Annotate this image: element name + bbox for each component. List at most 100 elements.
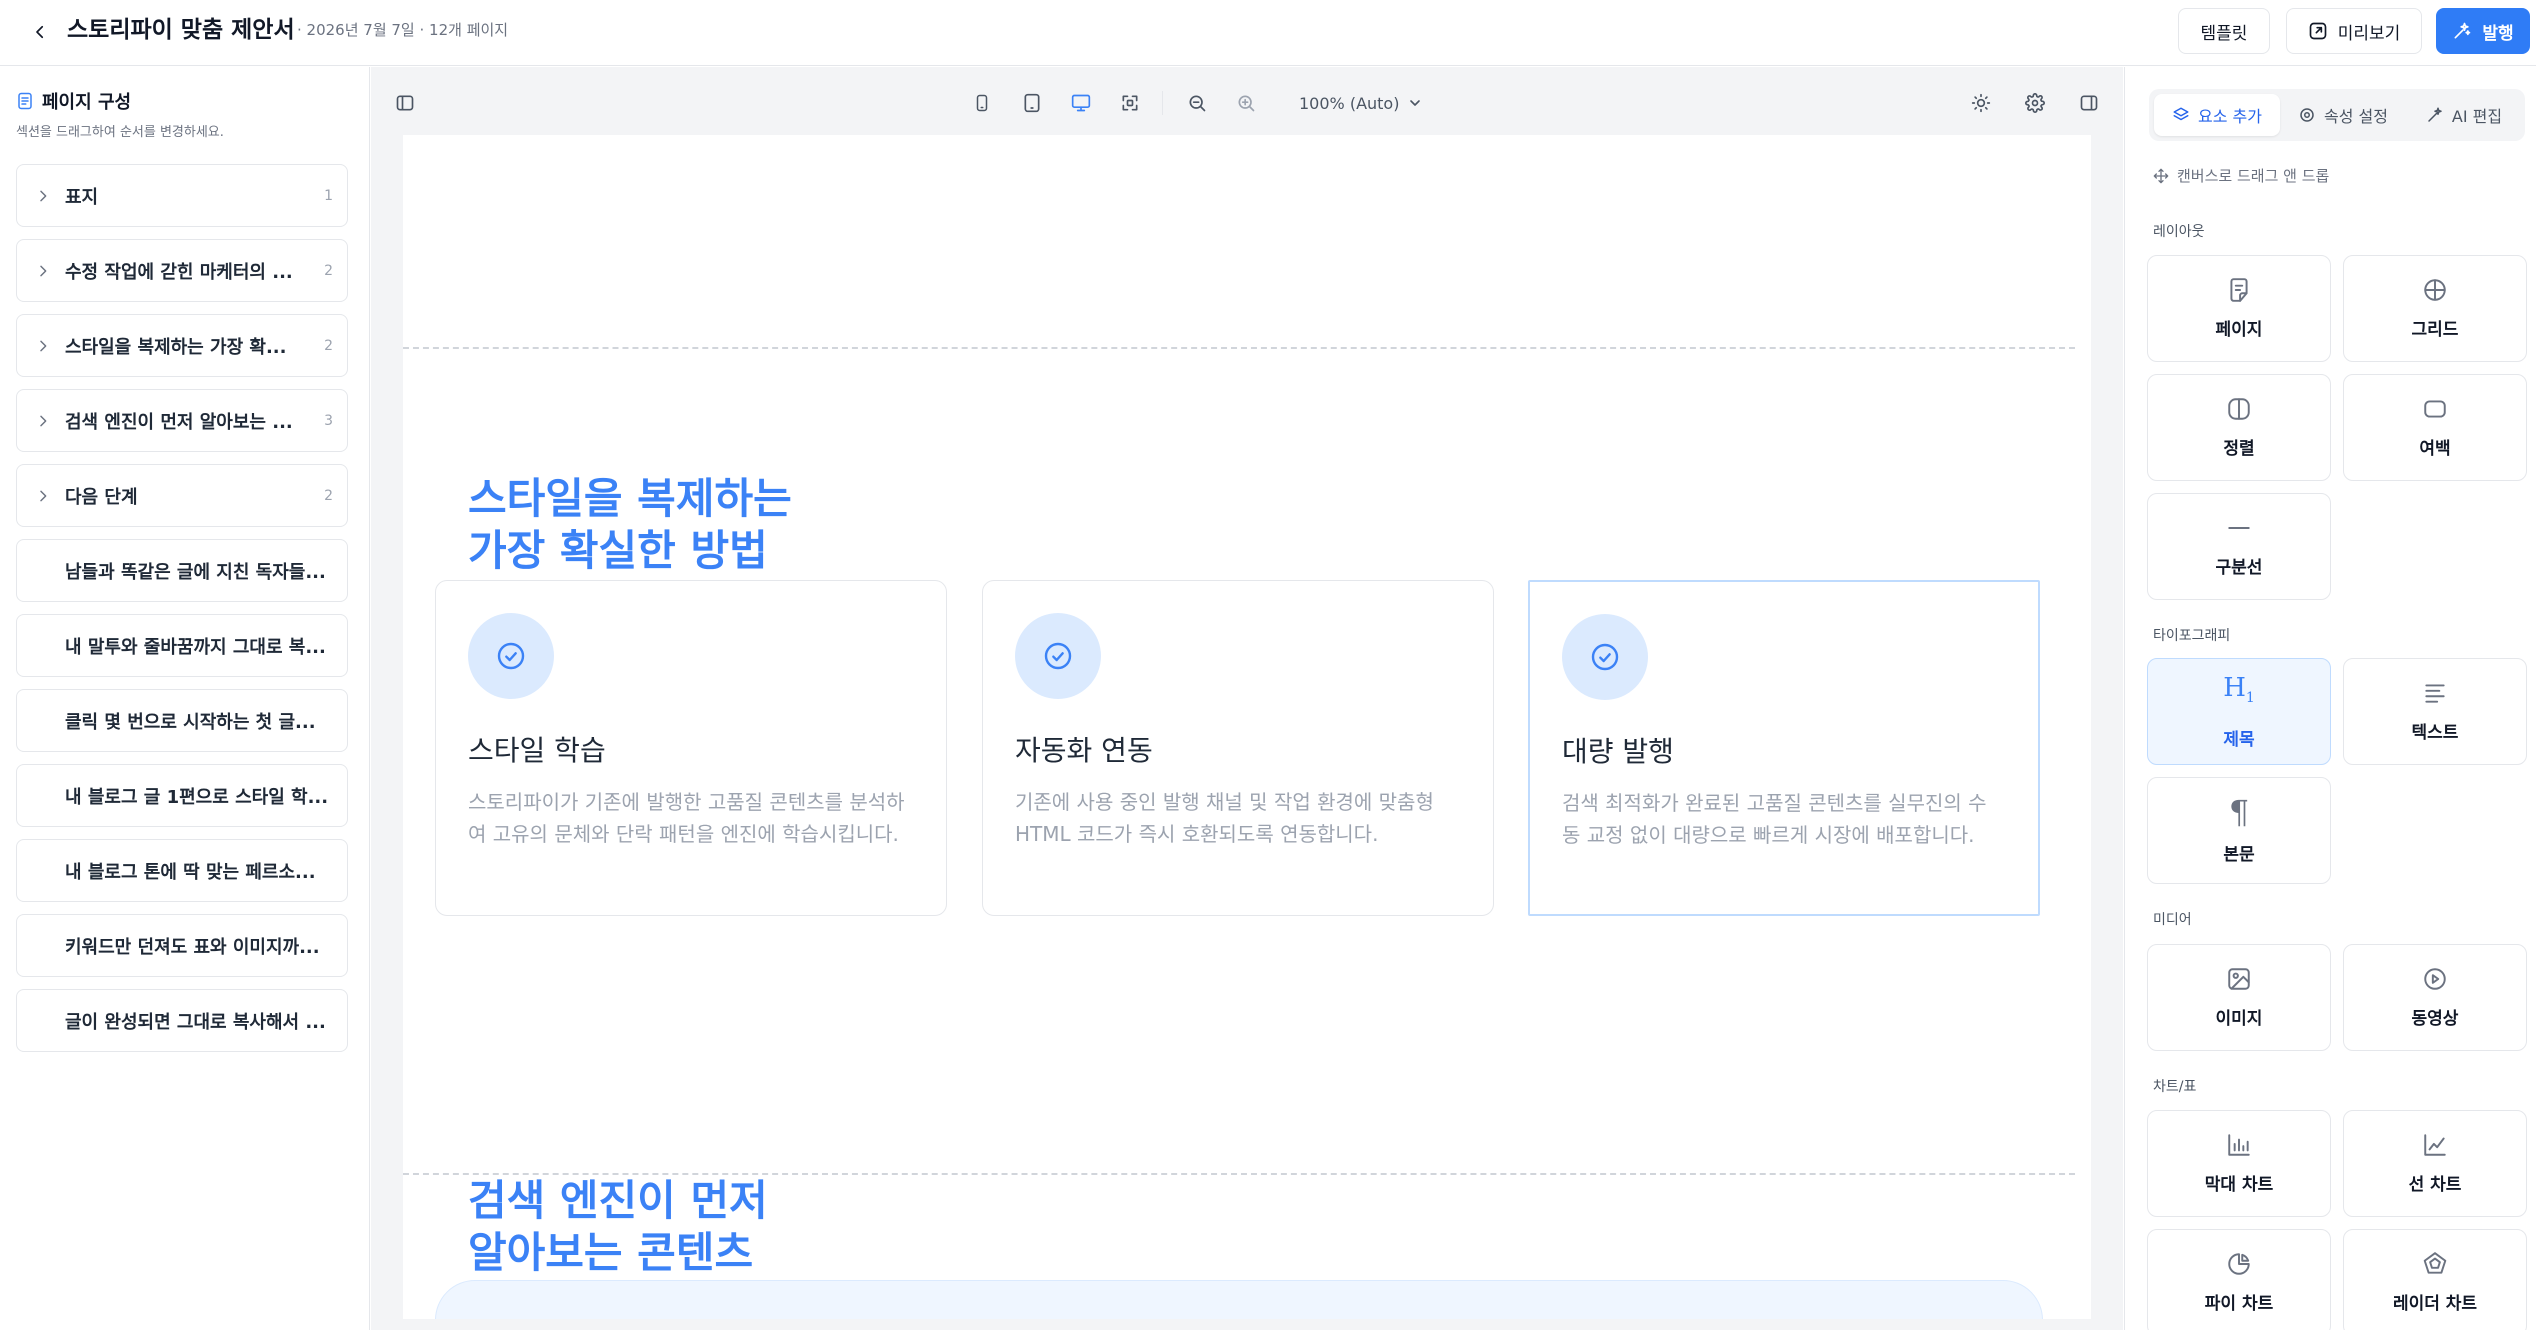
zoom-in-button[interactable]: [1230, 87, 1262, 119]
element-tile-spacing[interactable]: 여백: [2343, 374, 2527, 481]
sidebar-left-icon: [396, 95, 414, 111]
element-tile-body[interactable]: ¶ 본문: [2147, 777, 2331, 884]
desktop-view-button[interactable]: [1065, 87, 1097, 119]
page-structure-sidebar: 페이지 구성 섹션을 드래그하여 순서를 변경하세요. 표지 1 수정 작업에 …: [0, 67, 370, 1330]
section-label: 스타일을 복제하는 가장 확...: [65, 336, 287, 358]
feature-card-selected[interactable]: 대량 발행 검색 최적화가 완료된 고품질 콘텐츠를 실무진의 수동 교정 없이…: [1528, 580, 2040, 916]
element-tile-pie-chart[interactable]: 파이 차트: [2147, 1229, 2331, 1330]
toggle-left-panel-button[interactable]: [389, 87, 421, 119]
check-circle-icon: [1591, 643, 1619, 671]
card-description: 스토리파이가 기존에 발행한 고품질 콘텐츠를 분석하여 고유의 문체와 단락 …: [468, 790, 905, 846]
tab-add-element[interactable]: 요소 추가: [2154, 94, 2280, 136]
check-circle-icon: [1044, 642, 1072, 670]
feature-card[interactable]: 자동화 연동 기존에 사용 중인 발행 채널 및 작업 환경에 맞춤형 HTML…: [982, 580, 1494, 916]
tab-label: 요소 추가: [2198, 107, 2262, 126]
group-label-media: 미디어: [2153, 912, 2192, 928]
theme-toggle-button[interactable]: [1965, 87, 1997, 119]
page-item[interactable]: 클릭 몇 번으로 시작하는 첫 글...: [16, 689, 348, 752]
section-item[interactable]: 수정 작업에 갇힌 마케터의 ... 2: [16, 239, 348, 302]
element-tile-radar-chart[interactable]: 레이더 차트: [2343, 1229, 2527, 1330]
page-item[interactable]: 키워드만 던져도 표와 이미지까...: [16, 914, 348, 977]
text-lines-icon: [2425, 684, 2445, 703]
page-item[interactable]: 글이 완성되면 그대로 복사해서 ...: [16, 989, 348, 1052]
page-label: 키워드만 던져도 표와 이미지까...: [65, 936, 320, 958]
element-tile-heading[interactable]: H1 제목: [2147, 658, 2331, 765]
section-heading[interactable]: 스타일을 복제하는 가장 확실한 방법: [468, 473, 792, 577]
chevron-down-icon: [1410, 100, 1421, 106]
element-tile-text[interactable]: 텍스트: [2343, 658, 2527, 765]
element-tile-image[interactable]: 이미지: [2147, 944, 2331, 1051]
canvas-page[interactable]: 스타일을 복제하는 가장 확실한 방법 스타일 학습 스토리파이가 기존에 발행…: [403, 135, 2091, 1319]
tile-label: 이미지: [2215, 1009, 2263, 1029]
section-heading[interactable]: 검색 엔진이 먼저 알아보는 콘텐츠: [468, 1175, 768, 1279]
fit-screen-button[interactable]: [1114, 87, 1146, 119]
element-tile-align[interactable]: 정렬: [2147, 374, 2331, 481]
zoom-out-icon: [1189, 95, 1206, 112]
sidebar-header: 페이지 구성: [16, 88, 131, 114]
card-title: 스타일 학습: [468, 734, 606, 767]
section-count: 3: [324, 412, 333, 429]
heading-line: 가장 확실한 방법: [468, 526, 768, 575]
element-tile-bar-chart[interactable]: 막대 차트: [2147, 1110, 2331, 1217]
section-item[interactable]: 검색 엔진이 먼저 알아보는 ... 3: [16, 389, 348, 452]
element-tile-page[interactable]: 페이지: [2147, 255, 2331, 362]
page-item[interactable]: 남들과 똑같은 글에 지친 독자들...: [16, 539, 348, 602]
zoom-out-button[interactable]: [1181, 87, 1213, 119]
mobile-view-button[interactable]: [966, 87, 998, 119]
zoom-dropdown[interactable]: 100% (Auto): [1299, 89, 1423, 117]
content-block[interactable]: [435, 1280, 2043, 1319]
radar-chart-icon: [2423, 1252, 2447, 1274]
section-label: 검색 엔진이 먼저 알아보는 ...: [65, 411, 293, 433]
page-label: 글이 완성되면 그대로 복사해서 ...: [65, 1011, 326, 1033]
tile-label: 파이 차트: [2204, 1294, 2274, 1314]
bar-chart-icon: [2228, 1134, 2250, 1156]
chevron-left-icon: [36, 25, 44, 39]
card-description: 기존에 사용 중인 발행 채널 및 작업 환경에 맞춤형 HTML 코드가 즉시…: [1015, 790, 1434, 846]
tablet-view-button[interactable]: [1016, 87, 1048, 119]
tab-label: AI 편집: [2451, 107, 2503, 126]
page-label: 내 블로그 글 1편으로 스타일 학...: [65, 786, 329, 808]
panel-tabs: 요소 추가 속성 설정 AI 편집: [2149, 89, 2525, 141]
element-tile-divider[interactable]: 구분선: [2147, 493, 2331, 600]
card-description: 검색 최적화가 완료된 고품질 콘텐츠를 실무진의 수동 교정 없이 대량으로 …: [1562, 791, 1987, 847]
toggle-right-panel-button[interactable]: [2073, 87, 2105, 119]
document-title: 스토리파이 맞춤 제안서: [67, 17, 295, 43]
tab-label: 속성 설정: [2324, 107, 2388, 126]
page-item[interactable]: 내 말투와 줄바꿈까지 그대로 복...: [16, 614, 348, 677]
section-item[interactable]: 스타일을 복제하는 가장 확... 2: [16, 314, 348, 377]
preview-label: 미리보기: [2337, 23, 2401, 44]
tile-label: 레이더 차트: [2392, 1294, 2478, 1314]
chevron-right-icon: [40, 490, 47, 501]
element-tile-video[interactable]: 동영상: [2343, 944, 2527, 1051]
layers-icon: [2173, 107, 2189, 121]
preview-button[interactable]: 미리보기: [2286, 8, 2422, 54]
element-tile-grid[interactable]: 그리드: [2343, 255, 2527, 362]
feature-card[interactable]: 스타일 학습 스토리파이가 기존에 발행한 고품질 콘텐츠를 분석하여 고유의 …: [435, 580, 947, 916]
template-button[interactable]: 템플릿: [2178, 8, 2270, 54]
chevron-right-icon: [40, 190, 47, 201]
settings-button[interactable]: [2019, 87, 2051, 119]
document-meta: · 2026년 7월 7일 · 12개 페이지: [297, 21, 509, 39]
element-tile-line-chart[interactable]: 선 차트: [2343, 1110, 2527, 1217]
section-item-cover[interactable]: 표지 1: [16, 164, 348, 227]
icon-badge: [1562, 614, 1648, 700]
page-item[interactable]: 내 블로그 글 1편으로 스타일 학...: [16, 764, 348, 827]
pilcrow-icon: ¶: [2228, 793, 2250, 831]
tab-ai-edit[interactable]: AI 편집: [2408, 94, 2520, 136]
rounded-square-icon: [2424, 400, 2446, 418]
zoom-in-icon: [1238, 95, 1255, 112]
canvas-area: 100% (Auto) 스타일을 복제하는 가장 확실한 방법 스타일 학습 스…: [371, 67, 2123, 1330]
tab-properties[interactable]: 속성 설정: [2282, 94, 2404, 136]
page-icon: [2230, 278, 2248, 302]
divider-icon: [2228, 527, 2250, 529]
publish-button[interactable]: 발행: [2436, 8, 2530, 54]
move-icon: [2153, 168, 2169, 183]
section-item-next-steps[interactable]: 다음 단계 2: [16, 464, 348, 527]
tile-label: 여백: [2419, 439, 2451, 459]
tile-label: 그리드: [2411, 320, 2459, 340]
back-button[interactable]: [22, 14, 58, 50]
sidebar-heading: 페이지 구성: [42, 92, 132, 113]
page-item[interactable]: 내 블로그 톤에 딱 맞는 페르소...: [16, 839, 348, 902]
section-divider: [403, 347, 2075, 349]
icon-badge: [1015, 613, 1101, 699]
